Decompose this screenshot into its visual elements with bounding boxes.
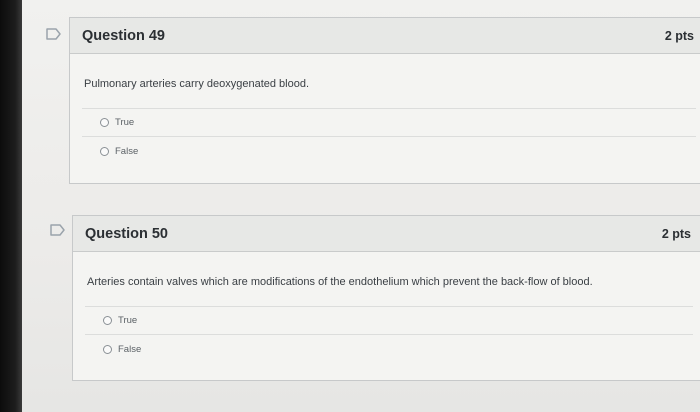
radio-button[interactable] (100, 146, 109, 156)
answer-label: True (118, 315, 138, 326)
question-points: 2 pts (664, 28, 694, 43)
question-points: 2 pts (661, 226, 691, 241)
answer-option-false[interactable]: False (85, 335, 693, 363)
radio-button[interactable] (103, 344, 112, 354)
answer-option-true[interactable]: True (85, 307, 693, 335)
radio-button[interactable] (100, 118, 109, 127)
question-title: Question 50 (85, 225, 168, 242)
screen-bezel (0, 0, 22, 412)
question-card-50: Question 50 2 pts Arteries contain valve… (72, 215, 700, 381)
question-body: Pulmonary arteries carry deoxygenated bl… (70, 54, 700, 165)
question-text: Pulmonary arteries carry deoxygenated bl… (84, 78, 310, 90)
question-title: Question 49 (82, 27, 165, 44)
question-card-49: Question 49 2 pts Pulmonary arteries car… (69, 17, 700, 184)
answer-list: True False (82, 108, 696, 165)
answer-label: False (118, 343, 142, 355)
question-header: Question 50 2 pts (73, 216, 700, 252)
answer-list: True False (85, 306, 693, 363)
question-header: Question 49 2 pts (70, 18, 700, 54)
quiz-page: Question 49 2 pts Pulmonary arteries car… (22, 0, 700, 412)
answer-option-true[interactable]: True (82, 109, 696, 137)
flag-question-icon[interactable] (46, 28, 62, 40)
question-body: Arteries contain valves which are modifi… (73, 252, 700, 363)
answer-option-false[interactable]: False (82, 137, 696, 165)
flag-question-icon[interactable] (50, 224, 66, 236)
radio-button[interactable] (103, 316, 112, 325)
answer-label: True (115, 117, 135, 128)
answer-label: False (115, 145, 139, 157)
question-text: Arteries contain valves which are modifi… (87, 276, 593, 288)
